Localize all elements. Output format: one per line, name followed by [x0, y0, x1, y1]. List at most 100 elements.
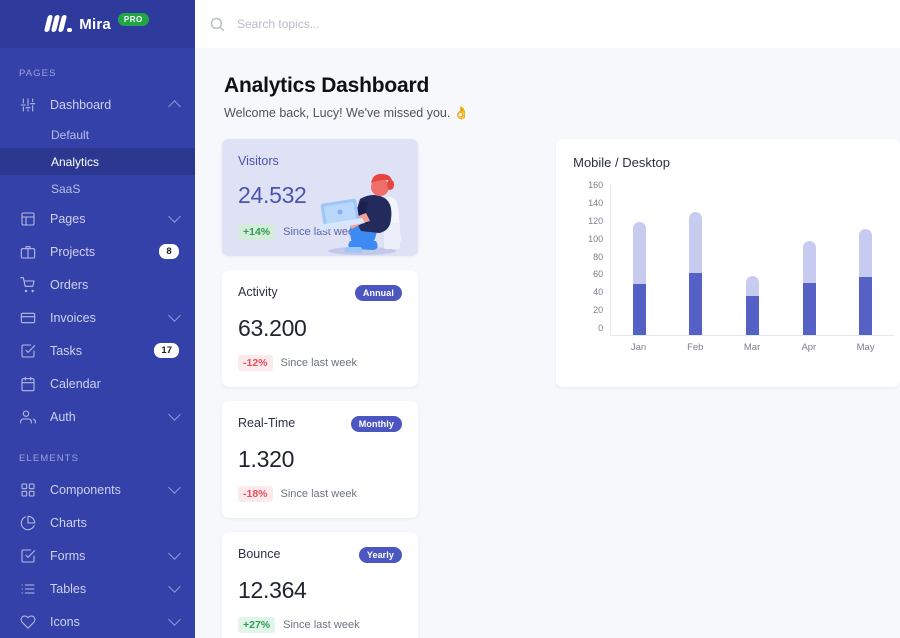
stat-card-activity: Activity Annual 63.200 -12% Since last we…	[222, 270, 418, 387]
y-tick-label: 0	[598, 323, 604, 333]
sidebar-item-label: Invoices	[50, 310, 96, 325]
y-tick-label: 40	[593, 287, 604, 298]
calendar-icon	[19, 375, 37, 393]
mobile-desktop-chart-card: Mobile / Desktop 160 140 120 100 80 60 40 20 0 J…	[556, 139, 900, 387]
sidebar-item-label: Charts	[50, 515, 87, 530]
sidebar-item-invoices[interactable]: Invoices	[0, 301, 195, 334]
briefcase-icon	[19, 243, 37, 261]
search-box[interactable]	[209, 16, 477, 33]
stat-card-bounce: Bounce Yearly 12.364 +27% Since last week	[222, 532, 418, 638]
chart-bar-slot[interactable]	[611, 184, 668, 335]
y-tick-label: 120	[588, 215, 604, 226]
pro-badge: PRO	[117, 12, 149, 26]
sidebar-item-label: Projects	[50, 244, 96, 259]
stat-card-visitors: Visitors 24.532 +14% Since last week	[222, 139, 418, 256]
sidebar-subitem-analytics[interactable]: Analytics	[0, 148, 195, 175]
sidebar-item-icons[interactable]: Icons	[0, 605, 195, 638]
search-input[interactable]	[237, 17, 477, 31]
stat-card-delta-text: Since last week	[280, 488, 357, 500]
sidebar-section-label: PAGES	[19, 68, 57, 79]
page-header: Analytics Dashboard Welcome back, Lucy! …	[195, 48, 900, 139]
search-icon	[210, 17, 225, 31]
check-square-icon	[19, 342, 37, 360]
chevron-up-icon	[168, 99, 181, 113]
stat-card-title: Bounce	[238, 547, 281, 561]
stat-card-header: Activity Annual	[238, 285, 402, 301]
x-tick-label: May	[856, 342, 875, 353]
chart-bar-segment-desktop	[802, 240, 816, 284]
sidebar-item-label: Forms	[50, 548, 86, 563]
brand-name: Mira	[79, 15, 111, 33]
chart-bar[interactable]	[746, 275, 760, 335]
main-content: Analytics Dashboard Welcome back, Lucy! …	[195, 0, 900, 638]
brand-logo[interactable]: Mira PRO	[0, 0, 195, 48]
stat-card-title: Visitors	[238, 154, 279, 168]
pie-chart-icon	[19, 514, 37, 532]
stat-card-delta-text: Since last week	[280, 357, 357, 369]
chevron-down-icon	[168, 547, 181, 560]
credit-card-icon	[19, 309, 37, 327]
chart-bar-segment-desktop	[746, 275, 760, 297]
sidebar-item-auth[interactable]: Auth	[0, 400, 195, 433]
sidebar-item-components[interactable]: Components	[0, 473, 195, 506]
sidebar-item-label: Calendar	[50, 376, 101, 391]
chart-bar-segment-desktop	[632, 221, 646, 285]
x-tick-label: Feb	[687, 342, 704, 353]
chart-bar[interactable]	[689, 212, 703, 335]
y-tick-label: 160	[588, 180, 604, 190]
chart-bar[interactable]	[802, 240, 816, 335]
sidebar-item-orders[interactable]: Orders	[0, 268, 195, 301]
chevron-down-icon	[168, 613, 181, 626]
stat-card-period-badge: Monthly	[350, 416, 402, 432]
chart-bar-slot[interactable]	[781, 184, 838, 335]
x-tick-label: Jan	[630, 342, 647, 353]
chart-y-axis: 160 140 120 100 80 60 40 20 0	[573, 180, 604, 336]
stat-card-title: Real-Time	[238, 416, 296, 430]
sidebar-item-label: Orders	[50, 277, 89, 292]
sidebar-item-label: Pages	[50, 211, 86, 226]
sidebar-item-label: Auth	[50, 409, 76, 424]
chevron-down-icon	[168, 481, 181, 494]
chart-bar-slot[interactable]	[837, 184, 894, 335]
stat-card-period-badge: Yearly	[358, 547, 402, 563]
mira-logo-icon	[44, 14, 72, 34]
y-tick-label: 20	[593, 305, 604, 316]
chevron-down-icon	[168, 210, 181, 223]
stat-card-header: Bounce Yearly	[238, 547, 402, 563]
sidebar-item-charts[interactable]: Charts	[0, 506, 195, 539]
chart-bar[interactable]	[632, 221, 646, 335]
y-tick-label: 100	[588, 233, 604, 244]
chart-bars	[610, 184, 894, 336]
stat-card-delta-text: Since last week	[283, 619, 360, 631]
sidebar-item-dashboard[interactable]: Dashboard	[0, 88, 195, 121]
chart-bar[interactable]	[859, 229, 873, 335]
sidebar-item-label: Dashboard	[50, 97, 112, 112]
chart-bar-segment-desktop	[689, 212, 703, 273]
sidebar-item-tasks[interactable]: Tasks 17	[0, 334, 195, 367]
chart-plot-area: 160 140 120 100 80 60 40 20 0 Jan Feb Mar Apr May	[573, 180, 900, 369]
stat-card-footer: -12% Since last week	[238, 355, 357, 371]
y-tick-label: 80	[593, 251, 604, 262]
sidebar: Mira PRO PAGES Dashboard Default Analytics S…	[0, 0, 195, 638]
sidebar-item-label: Components	[50, 482, 121, 497]
chart-bar-slot[interactable]	[724, 184, 781, 335]
top-bar	[195, 0, 900, 48]
sidebar-item-projects[interactable]: Projects 8	[0, 235, 195, 268]
stat-card-delta: +14%	[238, 224, 276, 240]
sidebar-item-calendar[interactable]: Calendar	[0, 367, 195, 400]
page-title: Analytics Dashboard	[224, 74, 430, 97]
sidebar-item-tables[interactable]: Tables	[0, 572, 195, 605]
sidebar-subitem-saas[interactable]: SaaS	[0, 175, 195, 202]
stat-card-delta: -18%	[238, 486, 273, 502]
layout-icon	[19, 210, 37, 228]
sidebar-item-label: Icons	[50, 614, 80, 629]
users-icon	[19, 408, 37, 426]
chart-bar-slot[interactable]	[668, 184, 725, 335]
sidebar-item-forms[interactable]: Forms	[0, 539, 195, 572]
chart-bar-segment-mobile	[802, 283, 816, 335]
chart-title: Mobile / Desktop	[573, 155, 670, 170]
sidebar-subitem-default[interactable]: Default	[0, 121, 195, 148]
chevron-down-icon	[168, 580, 181, 593]
person-laptop-illustration	[318, 173, 401, 255]
sidebar-item-pages[interactable]: Pages	[0, 202, 195, 235]
